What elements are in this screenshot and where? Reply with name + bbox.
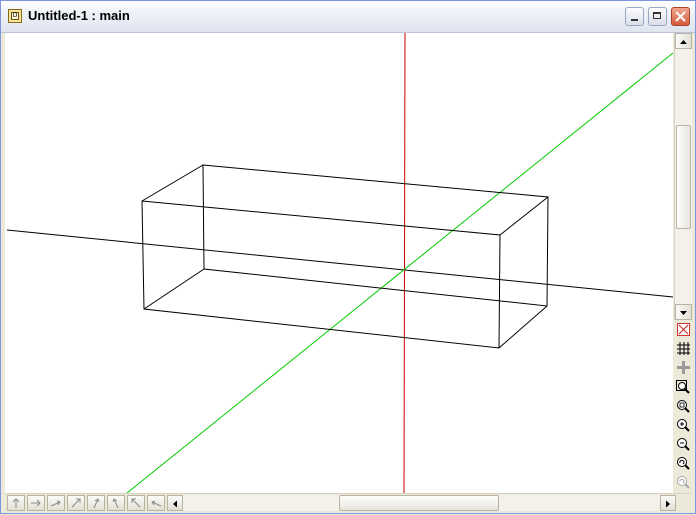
crosshair-icon bbox=[676, 361, 690, 374]
close-button[interactable] bbox=[671, 7, 690, 26]
x-axis-line bbox=[6, 229, 673, 298]
zoom-previous-button[interactable] bbox=[675, 454, 691, 471]
zoom-out-button[interactable] bbox=[675, 435, 691, 452]
z-axis-line bbox=[403, 33, 406, 493]
arrow-right-icon bbox=[666, 500, 670, 508]
zoom-in-icon bbox=[677, 418, 690, 432]
zoom-window-button[interactable] bbox=[675, 397, 691, 414]
view-right-button[interactable] bbox=[27, 495, 45, 511]
view-nne-button[interactable] bbox=[87, 495, 105, 511]
view-back-icon bbox=[151, 500, 162, 507]
app-document-icon[interactable]: D bbox=[8, 9, 22, 23]
zoom-out-icon bbox=[677, 437, 690, 451]
3d-viewport[interactable] bbox=[5, 33, 673, 493]
view-tools-column bbox=[674, 321, 692, 493]
view-nw-button[interactable] bbox=[107, 495, 125, 511]
view-up-icon bbox=[12, 498, 20, 508]
minimize-button[interactable] bbox=[625, 7, 644, 26]
window-title: Untitled-1 : main bbox=[28, 8, 130, 23]
arrow-down-icon bbox=[680, 311, 687, 315]
scroll-left-button[interactable] bbox=[167, 495, 183, 511]
maximize-button[interactable] bbox=[648, 7, 667, 26]
scroll-right-button[interactable] bbox=[660, 495, 676, 511]
view-back-nw-button[interactable] bbox=[127, 495, 145, 511]
close-icon bbox=[675, 11, 686, 22]
title-bar[interactable]: D Untitled-1 : main bbox=[1, 1, 695, 33]
scroll-down-button[interactable] bbox=[675, 304, 692, 320]
crosshair-button[interactable] bbox=[675, 359, 691, 376]
view-ne-icon bbox=[71, 498, 81, 508]
delete-view-icon bbox=[676, 323, 690, 336]
bottom-bar bbox=[5, 493, 692, 511]
vertical-scrollbar[interactable] bbox=[674, 33, 692, 320]
view-back-nw-icon bbox=[131, 498, 141, 508]
arrow-up-icon bbox=[680, 40, 687, 44]
zoom-extents-icon bbox=[676, 379, 690, 394]
zoom-redo-icon bbox=[677, 475, 690, 489]
zoom-window-icon bbox=[677, 399, 690, 413]
view-ne-button[interactable] bbox=[67, 495, 85, 511]
grid-button[interactable] bbox=[675, 340, 691, 357]
zoom-extents-button[interactable] bbox=[675, 378, 691, 395]
horizontal-scrollbar[interactable] bbox=[167, 495, 676, 511]
drawing-window: D Untitled-1 : main bbox=[0, 0, 696, 514]
vertical-scroll-thumb[interactable] bbox=[676, 125, 691, 229]
view-nw-icon bbox=[112, 498, 119, 509]
y-axis-line bbox=[126, 52, 673, 493]
delete-view-button[interactable] bbox=[675, 321, 691, 338]
view-right-icon bbox=[31, 499, 41, 507]
zoom-redo-button[interactable] bbox=[675, 473, 691, 490]
view-back-button[interactable] bbox=[147, 495, 165, 511]
view-up-right-button[interactable] bbox=[47, 495, 65, 511]
view-up-right-icon bbox=[50, 500, 61, 507]
zoom-previous-icon bbox=[677, 456, 690, 470]
box-wireframe[interactable] bbox=[141, 164, 549, 349]
view-up-button[interactable] bbox=[7, 495, 25, 511]
arrow-left-icon bbox=[173, 500, 177, 508]
zoom-in-button[interactable] bbox=[675, 416, 691, 433]
horizontal-scroll-thumb[interactable] bbox=[339, 495, 499, 511]
grid-icon bbox=[676, 342, 690, 355]
scroll-up-button[interactable] bbox=[675, 33, 692, 49]
view-nne-icon bbox=[93, 498, 100, 509]
